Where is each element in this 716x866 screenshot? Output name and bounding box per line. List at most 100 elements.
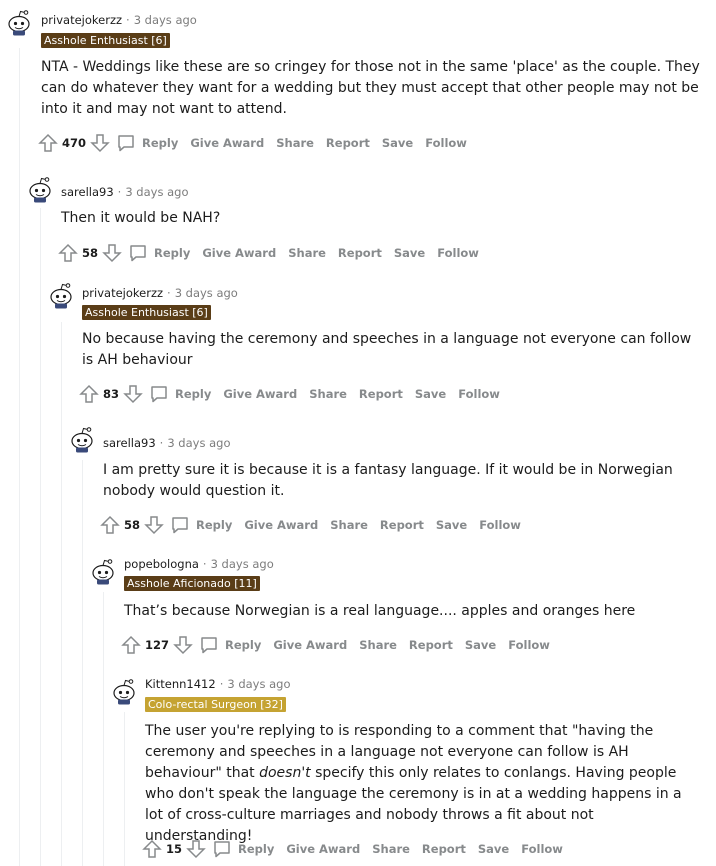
downvote-icon[interactable]: [102, 243, 122, 263]
share-button[interactable]: Share: [372, 842, 410, 856]
user-flair: Asshole Enthusiast [6]: [82, 305, 211, 320]
downvote-icon[interactable]: [186, 839, 206, 859]
reply-label: Reply: [225, 638, 262, 652]
report-button[interactable]: Report: [326, 136, 370, 150]
save-button[interactable]: Save: [478, 842, 509, 856]
vote-score: 470: [62, 136, 87, 150]
thread-line[interactable]: [124, 712, 125, 866]
save-button[interactable]: Save: [415, 387, 446, 401]
snoo-avatar-icon[interactable]: [47, 281, 75, 309]
comment-meta: privatejokerzz · 3 days ago: [82, 286, 238, 300]
report-button[interactable]: Report: [380, 518, 424, 532]
follow-button[interactable]: Follow: [425, 136, 467, 150]
chat-bubble-icon: [130, 245, 146, 262]
timestamp[interactable]: 3 days ago: [167, 436, 230, 450]
share-button[interactable]: Share: [309, 387, 347, 401]
share-button[interactable]: Share: [330, 518, 368, 532]
report-button[interactable]: Report: [409, 638, 453, 652]
comment-meta: privatejokerzz · 3 days ago: [41, 13, 197, 27]
username[interactable]: sarella93: [61, 185, 114, 199]
thread-line[interactable]: [40, 208, 41, 866]
upvote-icon[interactable]: [100, 515, 120, 535]
snoo-avatar-icon[interactable]: [89, 557, 117, 585]
comment-meta: sarella93 · 3 days ago: [61, 185, 188, 199]
share-button[interactable]: Share: [288, 246, 326, 260]
follow-button[interactable]: Follow: [479, 518, 521, 532]
reply-label: Reply: [196, 518, 233, 532]
comment-meta: popebologna · 3 days ago: [124, 557, 274, 571]
reply-button[interactable]: Reply: [149, 384, 211, 404]
follow-button[interactable]: Follow: [508, 638, 550, 652]
upvote-icon[interactable]: [38, 133, 58, 153]
upvote-icon[interactable]: [79, 384, 99, 404]
separator-dot: ·: [219, 677, 224, 691]
vote-score: 58: [82, 246, 99, 260]
vote-score: 15: [166, 842, 183, 856]
username[interactable]: sarella93: [103, 436, 156, 450]
comment-meta: sarella93 · 3 days ago: [103, 436, 230, 450]
user-flair: Asshole Enthusiast [6]: [41, 33, 170, 48]
thread-line[interactable]: [61, 322, 62, 866]
reply-button[interactable]: Reply: [212, 839, 274, 859]
report-button[interactable]: Report: [338, 246, 382, 260]
timestamp[interactable]: 3 days ago: [125, 185, 188, 199]
thread-line[interactable]: [19, 48, 20, 866]
give-award-button[interactable]: Give Award: [223, 387, 297, 401]
username[interactable]: popebologna: [124, 557, 199, 571]
save-button[interactable]: Save: [465, 638, 496, 652]
snoo-avatar-icon[interactable]: [5, 8, 33, 36]
give-award-button[interactable]: Give Award: [286, 842, 360, 856]
upvote-icon[interactable]: [58, 243, 78, 263]
give-award-button[interactable]: Give Award: [273, 638, 347, 652]
share-button[interactable]: Share: [359, 638, 397, 652]
upvote-icon[interactable]: [142, 839, 162, 859]
save-button[interactable]: Save: [382, 136, 413, 150]
user-flair: Colo-rectal Surgeon [32]: [145, 697, 286, 712]
timestamp[interactable]: 3 days ago: [134, 13, 197, 27]
give-award-button[interactable]: Give Award: [202, 246, 276, 260]
downvote-icon[interactable]: [144, 515, 164, 535]
comment-meta: Kittenn1412 · 3 days ago: [145, 677, 291, 691]
give-award-button[interactable]: Give Award: [190, 136, 264, 150]
username[interactable]: privatejokerzz: [82, 286, 163, 300]
reply-button[interactable]: Reply: [199, 635, 261, 655]
reply-label: Reply: [142, 136, 179, 150]
comment-actions: 15 Reply Give Award Share Report Save Fo…: [142, 838, 563, 860]
username[interactable]: privatejokerzz: [41, 13, 122, 27]
reply-button[interactable]: Reply: [128, 243, 190, 263]
vote-score: 127: [145, 638, 170, 652]
comment-actions: 83 Reply Give Award Share Report Save Fo…: [79, 383, 500, 405]
timestamp[interactable]: 3 days ago: [175, 286, 238, 300]
comment-body: Then it would be NAH?: [61, 210, 221, 226]
snoo-avatar-icon[interactable]: [110, 677, 138, 705]
follow-button[interactable]: Follow: [458, 387, 500, 401]
reply-button[interactable]: Reply: [116, 133, 178, 153]
downvote-icon[interactable]: [173, 635, 193, 655]
save-button[interactable]: Save: [436, 518, 467, 532]
timestamp[interactable]: 3 days ago: [227, 677, 290, 691]
report-button[interactable]: Report: [359, 387, 403, 401]
snoo-avatar-icon[interactable]: [26, 175, 54, 203]
chat-bubble-icon: [201, 637, 217, 654]
timestamp[interactable]: 3 days ago: [211, 557, 274, 571]
give-award-button[interactable]: Give Award: [244, 518, 318, 532]
separator-dot: ·: [159, 436, 164, 450]
share-button[interactable]: Share: [276, 136, 314, 150]
save-button[interactable]: Save: [394, 246, 425, 260]
reply-label: Reply: [238, 842, 275, 856]
chat-bubble-icon: [214, 841, 230, 858]
thread-line[interactable]: [82, 460, 83, 866]
follow-button[interactable]: Follow: [437, 246, 479, 260]
downvote-icon[interactable]: [90, 133, 110, 153]
separator-dot: ·: [117, 185, 122, 199]
upvote-icon[interactable]: [121, 635, 141, 655]
report-button[interactable]: Report: [422, 842, 466, 856]
username[interactable]: Kittenn1412: [145, 677, 216, 691]
reply-button[interactable]: Reply: [170, 515, 232, 535]
follow-button[interactable]: Follow: [521, 842, 563, 856]
thread-line[interactable]: [103, 592, 104, 866]
downvote-icon[interactable]: [123, 384, 143, 404]
chat-bubble-icon: [151, 386, 167, 403]
snoo-avatar-icon[interactable]: [68, 425, 96, 453]
reply-label: Reply: [175, 387, 212, 401]
